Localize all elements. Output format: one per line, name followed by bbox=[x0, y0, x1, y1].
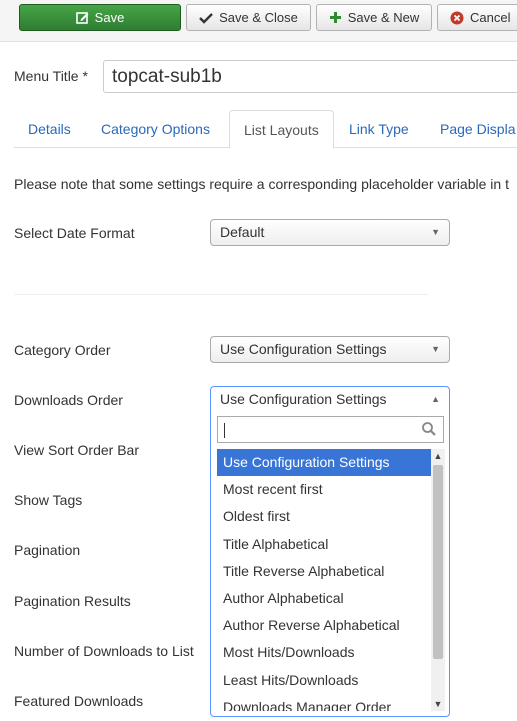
cancel-circle-icon bbox=[450, 11, 464, 25]
cancel-label: Cancel bbox=[470, 10, 511, 25]
date-format-select[interactable]: Default ▼ bbox=[210, 219, 450, 246]
toolbar: Save Save & Close Save & New Cancel bbox=[0, 0, 517, 42]
dropdown-option[interactable]: Downloads Manager Order bbox=[217, 694, 431, 711]
tab-link-type[interactable]: Link Type bbox=[349, 110, 409, 148]
save-new-button[interactable]: Save & New bbox=[316, 4, 432, 31]
pagination-label: Pagination bbox=[14, 542, 81, 558]
downloads-order-label: Downloads Order bbox=[14, 392, 123, 408]
cancel-button[interactable]: Cancel bbox=[437, 4, 517, 31]
search-icon bbox=[421, 421, 437, 440]
dropdown-option[interactable]: Title Reverse Alphabetical bbox=[217, 558, 431, 585]
category-order-label: Category Order bbox=[14, 342, 111, 358]
dropdown-options: Use Configuration Settings Most recent f… bbox=[217, 449, 431, 711]
dropdown-option[interactable]: Most recent first bbox=[217, 476, 431, 503]
tab-page-display[interactable]: Page Displa bbox=[440, 110, 516, 148]
menu-title-label: Menu Title * bbox=[14, 68, 88, 84]
date-format-value: Default bbox=[220, 224, 265, 240]
scrollbar-thumb[interactable] bbox=[433, 465, 443, 659]
scroll-up-icon[interactable]: ▲ bbox=[431, 449, 445, 463]
featured-downloads-label: Featured Downloads bbox=[14, 693, 144, 709]
divider bbox=[14, 294, 428, 295]
tab-list-layouts[interactable]: List Layouts bbox=[229, 110, 334, 149]
dropdown-option[interactable]: Most Hits/Downloads bbox=[217, 639, 431, 666]
save-button[interactable]: Save bbox=[19, 4, 181, 31]
category-order-value: Use Configuration Settings bbox=[220, 341, 387, 357]
edit-icon bbox=[75, 11, 89, 24]
chevron-up-icon: ▲ bbox=[431, 394, 440, 404]
dropdown-search-input[interactable] bbox=[217, 416, 444, 443]
dropdown-option[interactable]: Author Alphabetical bbox=[217, 585, 431, 612]
dropdown-option[interactable]: Title Alphabetical bbox=[217, 531, 431, 558]
category-order-select[interactable]: Use Configuration Settings ▼ bbox=[210, 336, 450, 363]
check-icon bbox=[199, 12, 213, 24]
save-label: Save bbox=[94, 10, 125, 25]
text-cursor bbox=[224, 423, 225, 438]
placeholder-note: Please note that some settings require a… bbox=[14, 176, 509, 192]
downloads-order-value: Use Configuration Settings bbox=[220, 391, 387, 407]
date-format-label: Select Date Format bbox=[14, 225, 135, 241]
scroll-down-icon[interactable]: ▼ bbox=[431, 697, 445, 711]
menu-title-input[interactable] bbox=[103, 60, 517, 93]
tab-bar: Details Category Options List Layouts Li… bbox=[14, 110, 517, 149]
plus-icon bbox=[329, 11, 342, 24]
dropdown-scrollbar[interactable]: ▲ ▼ bbox=[431, 449, 445, 711]
view-sort-order-bar-label: View Sort Order Bar bbox=[14, 442, 140, 458]
show-tags-label: Show Tags bbox=[14, 492, 83, 508]
tab-details[interactable]: Details bbox=[28, 110, 71, 148]
dropdown-option[interactable]: Oldest first bbox=[217, 503, 431, 530]
tab-category-options[interactable]: Category Options bbox=[101, 110, 210, 148]
downloads-order-select[interactable]: Use Configuration Settings ▲ bbox=[210, 386, 450, 413]
save-new-label: Save & New bbox=[347, 10, 420, 25]
save-close-button[interactable]: Save & Close bbox=[186, 4, 311, 31]
save-close-label: Save & Close bbox=[219, 10, 298, 25]
downloads-order-dropdown: Use Configuration Settings Most recent f… bbox=[210, 412, 450, 717]
chevron-down-icon: ▼ bbox=[431, 344, 440, 354]
chevron-down-icon: ▼ bbox=[431, 227, 440, 237]
number-of-downloads-label: Number of Downloads to List bbox=[14, 643, 194, 659]
dropdown-option[interactable]: Use Configuration Settings bbox=[217, 449, 431, 477]
dropdown-option[interactable]: Least Hits/Downloads bbox=[217, 667, 431, 694]
pagination-results-label: Pagination Results bbox=[14, 593, 131, 609]
dropdown-option[interactable]: Author Reverse Alphabetical bbox=[217, 612, 431, 639]
